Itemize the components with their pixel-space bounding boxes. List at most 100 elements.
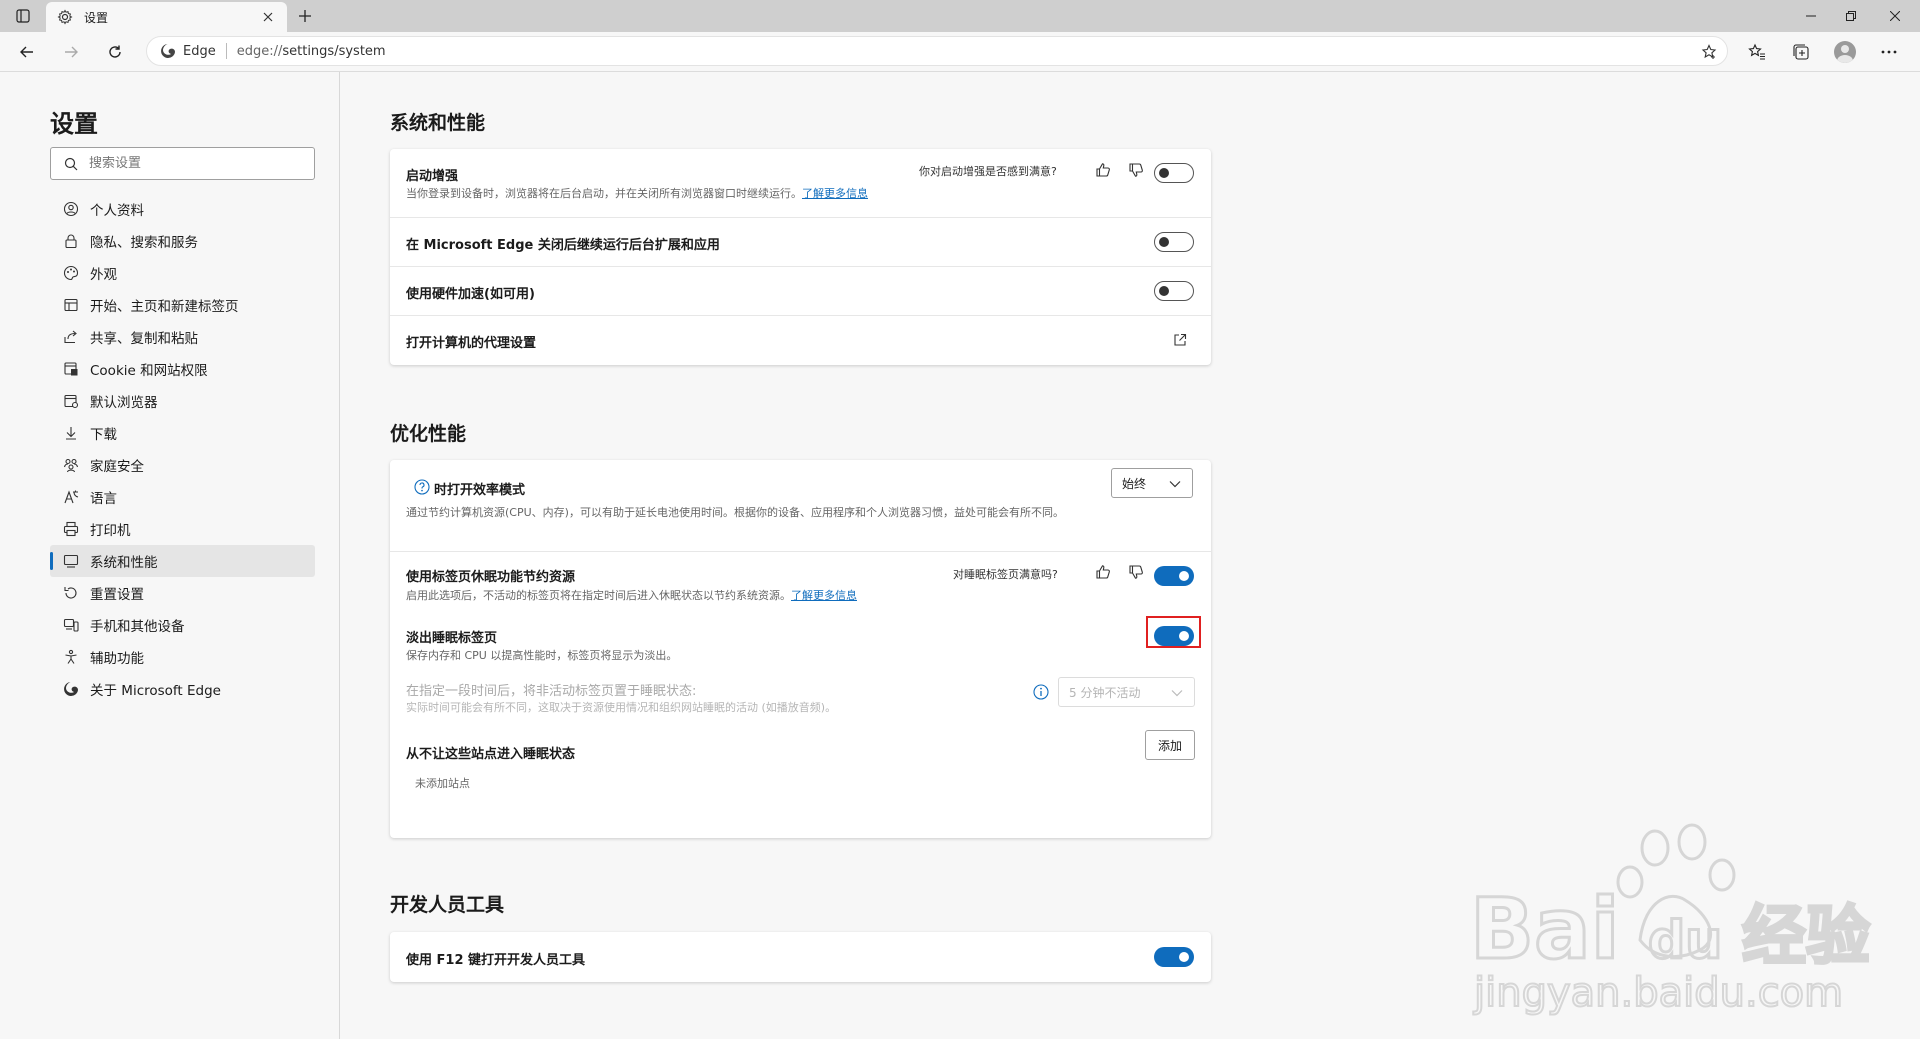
sleep-after-desc: 实际时间可能会有所不同，这取决于资源使用情况和组织网站睡眠的活动 (如播放音频)… (406, 701, 837, 714)
row-sleeping-tabs-group: 使用标签页休眠功能节约资源 启用此选项后，不活动的标签页将在指定时间后进入休眠状… (390, 552, 1211, 838)
sidebar-item[interactable]: 共享、复制和粘贴 (50, 321, 315, 353)
sidebar-item[interactable]: 下载 (50, 417, 315, 449)
sidebar-item[interactable]: 辅助功能 (50, 641, 315, 673)
settings-heading: 设置 (50, 110, 98, 138)
sidebar-item[interactable]: 关于 Microsoft Edge (50, 673, 315, 705)
avatar (1834, 41, 1856, 63)
sleep-after-title: 在指定一段时间后，将非活动标签页置于睡眠状态: (406, 684, 697, 699)
close-tab-icon[interactable] (259, 8, 277, 26)
thumbs-down-icon[interactable] (1126, 562, 1146, 582)
sleeping-tabs-desc: 启用此选项后，不活动的标签页将在指定时间后进入休眠状态以节约系统资源。了解更多信… (406, 588, 857, 604)
never-sleep-title: 从不让这些站点进入睡眠状态 (406, 747, 576, 762)
sidebar-item[interactable]: Cookie 和网站权限 (50, 353, 315, 385)
home-icon (62, 296, 80, 314)
f12-toggle[interactable] (1154, 947, 1194, 967)
refresh-button[interactable] (100, 38, 130, 66)
sleep-after-dropdown[interactable]: 5 分钟不活动 (1058, 677, 1195, 707)
appearance-icon (62, 264, 80, 282)
startup-boost-title: 启动增强 (406, 169, 459, 184)
forward-button[interactable] (56, 38, 86, 66)
sidebar-item-label: 外观 (90, 267, 117, 283)
row-f12: 使用 F12 键打开开发人员工具 (390, 932, 1211, 982)
tab-title: 设置 (84, 10, 109, 25)
efficiency-desc: 通过节约计算机资源(CPU、内存)，可以有助于延长电池使用时间。根据你的设备、应… (406, 506, 1064, 519)
startup-boost-learn-more-link[interactable]: 了解更多信息 (802, 187, 868, 200)
restore-button[interactable] (1828, 0, 1874, 32)
background-run-toggle[interactable] (1154, 232, 1194, 252)
sidebar-item-label: 个人资料 (90, 203, 144, 219)
sidebar-item[interactable]: 开始、主页和新建标签页 (50, 289, 315, 321)
row-background-run: 在 Microsoft Edge 关闭后继续运行后台扩展和应用 (390, 218, 1211, 267)
search-icon (63, 156, 79, 172)
sidebar-item-label: 开始、主页和新建标签页 (90, 299, 239, 315)
external-link-icon[interactable] (1170, 330, 1190, 350)
settings-nav: 个人资料隐私、搜索和服务外观开始、主页和新建标签页共享、复制和粘贴 Cookie … (50, 193, 315, 705)
share-icon (62, 328, 80, 346)
thumbs-up-icon[interactable] (1093, 562, 1113, 582)
row-hardware-accel: 使用硬件加速(如可用) (390, 267, 1211, 316)
card-optimize: 时打开效率模式 通过节约计算机资源(CPU、内存)，可以有助于延长电池使用时间。… (390, 460, 1211, 838)
proxy-title: 打开计算机的代理设置 (406, 336, 537, 351)
thumbs-down-icon[interactable] (1126, 160, 1146, 180)
efficiency-dropdown[interactable]: 始终 (1111, 468, 1193, 498)
highlight-box (1146, 616, 1201, 648)
family-icon (62, 456, 80, 474)
edge-logo-icon (62, 680, 80, 698)
address-bar[interactable]: Edge edge://settings/system (146, 36, 1728, 66)
startup-boost-feedback-question: 你对启动增强是否感到满意? (919, 165, 1057, 178)
sleeping-tabs-toggle[interactable] (1154, 566, 1194, 586)
startup-boost-toggle[interactable] (1154, 163, 1194, 183)
sidebar-item-label: 默认浏览器 (90, 395, 158, 411)
back-button[interactable] (12, 38, 42, 66)
url-text: edge://settings/system (237, 44, 386, 59)
more-options-icon[interactable] (1874, 38, 1904, 66)
close-window-button[interactable] (1872, 0, 1918, 32)
sidebar-item[interactable]: 隐私、搜索和服务 (50, 225, 315, 257)
f12-title: 使用 F12 键打开开发人员工具 (406, 953, 586, 968)
add-site-button[interactable]: 添加 (1145, 730, 1195, 760)
info-icon[interactable] (1031, 682, 1051, 702)
profile-button[interactable] (1830, 38, 1860, 66)
settings-main: 系统和性能 启动增强 当你登录到设备时，浏览器将在后台启动，并在关闭所有浏览器窗… (341, 72, 1920, 1039)
collections-icon[interactable] (1786, 38, 1816, 66)
sidebar-item[interactable]: 语言 (50, 481, 315, 513)
sidebar-item[interactable]: 外观 (50, 257, 315, 289)
edge-logo-icon (159, 42, 177, 60)
tab-actions-icon[interactable] (12, 6, 34, 26)
settings-search[interactable] (50, 147, 315, 180)
sidebar-item[interactable]: 手机和其他设备 (50, 609, 315, 641)
sidebar-item[interactable]: 打印机 (50, 513, 315, 545)
new-tab-button[interactable] (292, 5, 318, 27)
background-run-title: 在 Microsoft Edge 关闭后继续运行后台扩展和应用 (406, 238, 720, 253)
profile-icon (62, 200, 80, 218)
browser-tab[interactable]: 设置 (46, 2, 287, 32)
startup-boost-desc: 当你登录到设备时，浏览器将在后台启动，并在关闭所有浏览器窗口时继续运行。了解更多… (406, 186, 868, 202)
hardware-accel-toggle[interactable] (1154, 281, 1194, 301)
no-sites-text: 未添加站点 (415, 777, 470, 790)
sleeping-tabs-learn-more-link[interactable]: 了解更多信息 (791, 589, 857, 602)
add-favorite-icon[interactable] (1699, 42, 1719, 62)
lock-icon (62, 232, 80, 250)
site-permissions-icon (62, 360, 80, 378)
browser-toolbar: Edge edge://settings/system (0, 32, 1920, 72)
sidebar-item[interactable]: 重置设置 (50, 577, 315, 609)
section-title-optimize: 优化性能 (390, 423, 467, 445)
thumbs-up-icon[interactable] (1093, 160, 1113, 180)
fade-tabs-desc: 保存内存和 CPU 以提高性能时，标签页将显示为淡出。 (406, 649, 678, 662)
search-input[interactable] (89, 156, 289, 171)
accessibility-icon (62, 648, 80, 666)
sidebar-item[interactable]: 个人资料 (50, 193, 315, 225)
efficiency-title: 时打开效率模式 (434, 483, 526, 498)
row-proxy[interactable]: 打开计算机的代理设置 (390, 316, 1211, 365)
help-icon[interactable] (412, 477, 432, 497)
sidebar-item[interactable]: 家庭安全 (50, 449, 315, 481)
sidebar-item[interactable]: 系统和性能 (50, 545, 315, 577)
card-system: 启动增强 当你登录到设备时，浏览器将在后台启动，并在关闭所有浏览器窗口时继续运行… (390, 149, 1211, 365)
url-path: settings/system (282, 43, 386, 59)
hardware-accel-title: 使用硬件加速(如可用) (406, 287, 535, 302)
chevron-down-icon (1170, 686, 1184, 700)
favorites-icon[interactable] (1742, 38, 1772, 66)
row-efficiency: 时打开效率模式 通过节约计算机资源(CPU、内存)，可以有助于延长电池使用时间。… (390, 460, 1211, 552)
sleeping-tabs-feedback-question: 对睡眠标签页满意吗? (953, 568, 1058, 581)
sidebar-item[interactable]: 默认浏览器 (50, 385, 315, 417)
